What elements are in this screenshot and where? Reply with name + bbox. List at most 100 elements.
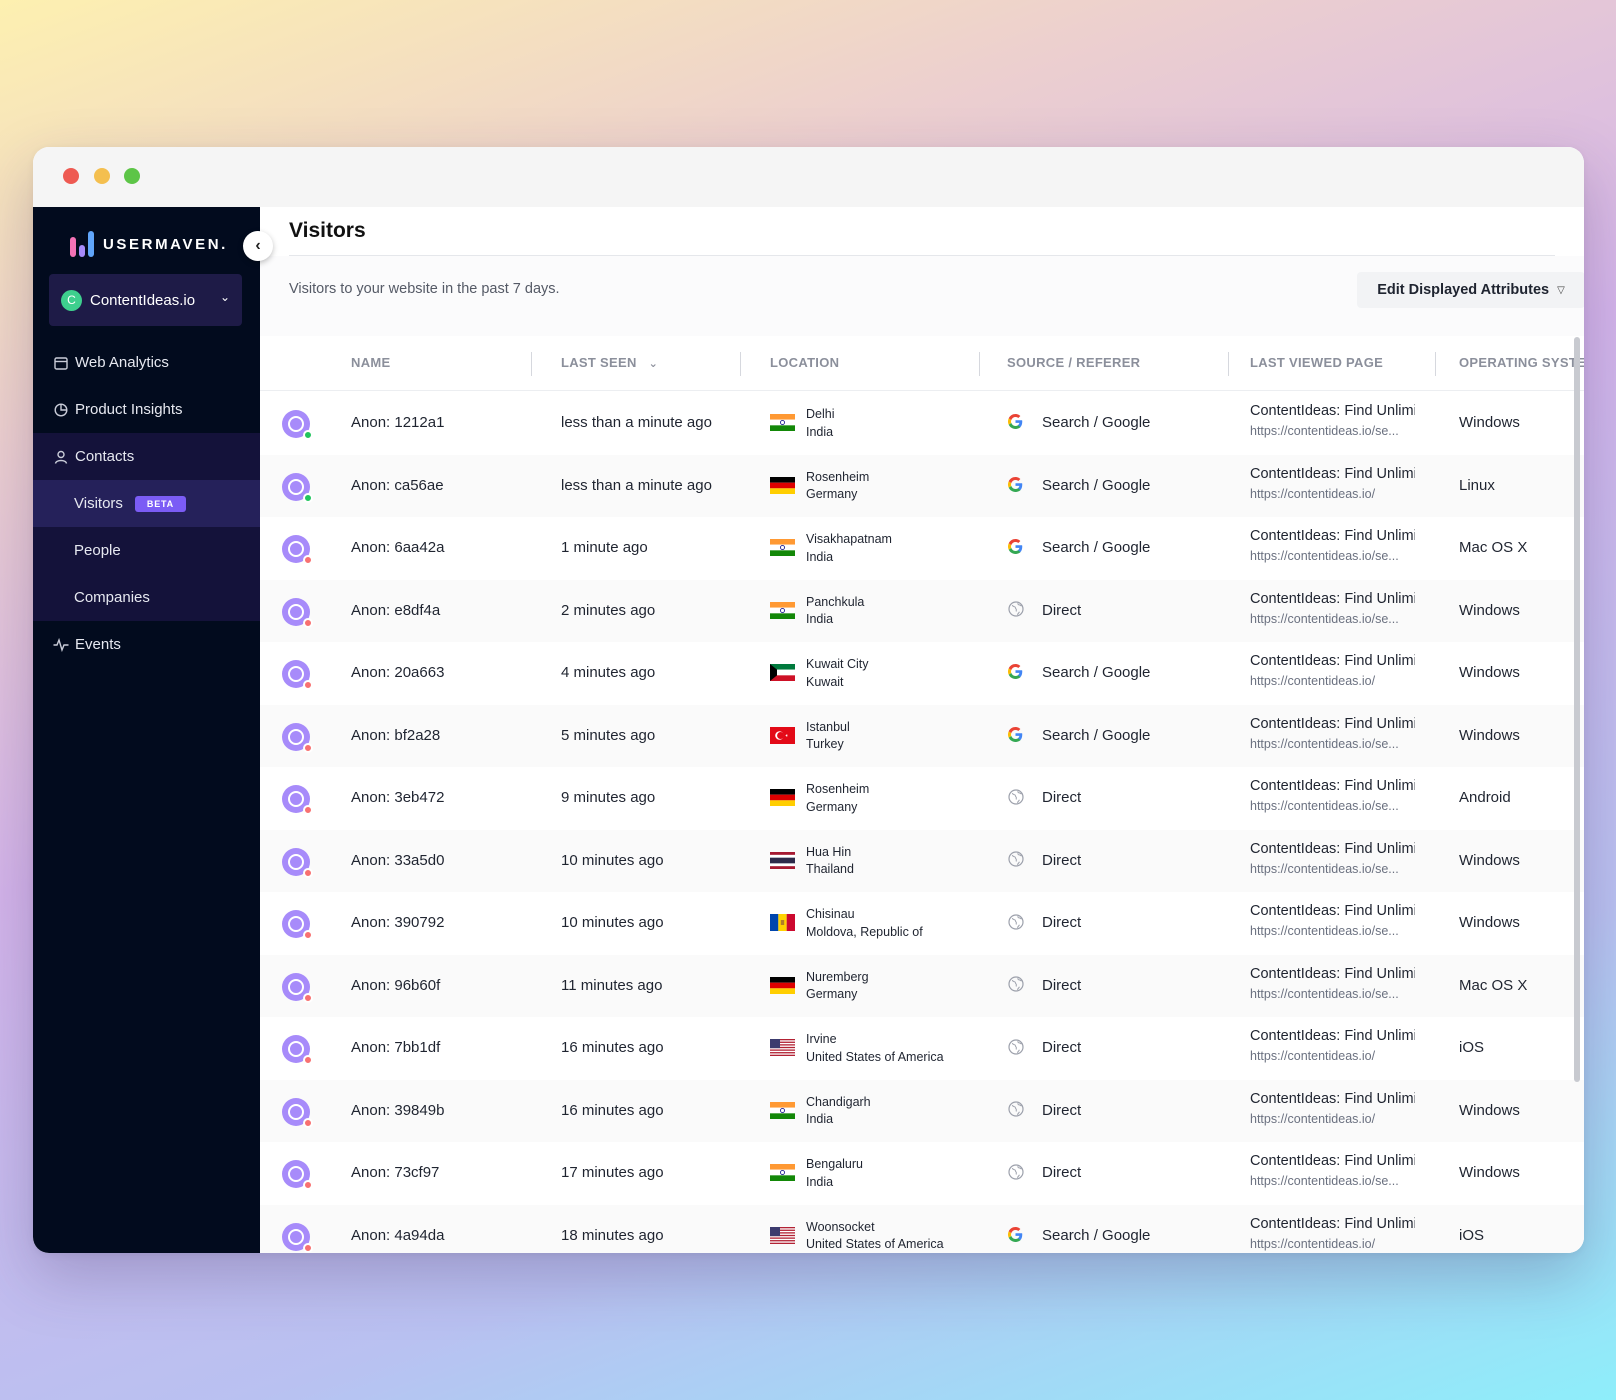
sidebar-item-visitors[interactable]: Visitors BETA	[33, 480, 260, 527]
table-row[interactable]: Anon: 7bb1df 16 minutes ago Irvine Unite…	[260, 1017, 1584, 1080]
sidebar-item-companies[interactable]: Companies	[33, 574, 260, 621]
sidebar-item-events[interactable]: Events	[33, 621, 260, 668]
globe-icon	[1007, 1163, 1024, 1180]
globe-icon	[1007, 1038, 1024, 1055]
table-row[interactable]: Anon: ca56ae less than a minute ago Rose…	[260, 454, 1584, 517]
last-seen: 10 minutes ago	[561, 914, 664, 931]
last-viewed-page[interactable]: ContentIdeas: Find Unlimited https://con…	[1250, 778, 1415, 813]
last-viewed-page[interactable]: ContentIdeas: Find Unlimited https://con…	[1250, 1216, 1415, 1251]
last-viewed-page[interactable]: ContentIdeas: Find Unlimited https://con…	[1250, 716, 1415, 751]
last-viewed-page[interactable]: ContentIdeas: Find Unlimited https://con…	[1250, 528, 1415, 563]
table-row[interactable]: Anon: e8df4a 2 minutes ago Panchkula Ind…	[260, 579, 1584, 642]
table-row[interactable]: Anon: 73cf97 17 minutes ago Bengaluru In…	[260, 1142, 1584, 1205]
visitor-name[interactable]: Anon: 39849b	[351, 1102, 444, 1119]
last-viewed-page[interactable]: ContentIdeas: Find Unlimited https://con…	[1250, 966, 1415, 1001]
status-online-dot	[303, 492, 313, 503]
visitor-avatar	[282, 847, 313, 878]
column-header-source[interactable]: SOURCE / REFERER	[1007, 355, 1140, 370]
visitor-name[interactable]: Anon: e8df4a	[351, 602, 440, 619]
flag-de-icon	[770, 976, 795, 994]
last-viewed-page[interactable]: ContentIdeas: Find Unlimited https://con…	[1250, 841, 1415, 876]
column-resizer[interactable]	[979, 352, 980, 376]
last-viewed-page[interactable]: ContentIdeas: Find Unlimited https://con…	[1250, 403, 1415, 438]
sidebar-item-label: Web Analytics	[75, 354, 169, 371]
column-header-last-seen[interactable]: LAST SEEN ⌄	[561, 355, 658, 370]
globe-icon	[1007, 851, 1024, 868]
table-row[interactable]: Anon: 3eb472 9 minutes ago Rosenheim Ger…	[260, 767, 1584, 830]
logo-text: USERMAVEN.	[103, 235, 228, 253]
collapse-sidebar-button[interactable]: ‹	[243, 231, 273, 261]
user-circle-icon	[288, 603, 304, 620]
globe-icon	[1007, 788, 1024, 805]
column-resizer[interactable]	[1228, 352, 1229, 376]
visitor-name[interactable]: Anon: 96b60f	[351, 977, 440, 994]
visitor-name[interactable]: Anon: 7bb1df	[351, 1039, 440, 1056]
status-offline-dot	[303, 867, 313, 878]
workspace-avatar: C	[61, 289, 82, 311]
sidebar-item-people[interactable]: People	[33, 527, 260, 574]
table-row[interactable]: Anon: 33a5d0 10 minutes ago Hua Hin Thai…	[260, 829, 1584, 892]
visitor-name[interactable]: Anon: 3eb472	[351, 789, 444, 806]
close-window-button[interactable]	[63, 168, 79, 184]
location-country: India	[806, 549, 834, 564]
workspace-switcher[interactable]: C ContentIdeas.io ⌄	[49, 274, 242, 326]
page-url: https://contentideas.io/	[1250, 1049, 1376, 1063]
column-header-last-viewed-page[interactable]: LAST VIEWED PAGE	[1250, 355, 1383, 370]
column-resizer[interactable]	[531, 352, 532, 376]
minimize-window-button[interactable]	[94, 168, 110, 184]
column-header-os[interactable]: OPERATING SYSTEM	[1459, 355, 1584, 370]
user-circle-icon	[288, 978, 304, 995]
visitor-name[interactable]: Anon: 390792	[351, 914, 444, 931]
visitor-name[interactable]: Anon: ca56ae	[351, 477, 444, 494]
user-icon	[52, 450, 70, 464]
column-header-location[interactable]: LOCATION	[770, 355, 839, 370]
visitor-name[interactable]: Anon: 73cf97	[351, 1164, 439, 1181]
last-seen: 4 minutes ago	[561, 664, 656, 681]
edit-button-label: Edit Displayed Attributes	[1377, 282, 1550, 298]
table-row[interactable]: Anon: 96b60f 11 minutes ago Nuremberg Ge…	[260, 954, 1584, 1017]
operating-system: iOS	[1459, 1226, 1485, 1244]
table-row[interactable]: Anon: 6aa42a 1 minute ago Visakhapatnam …	[260, 517, 1584, 580]
status-offline-dot	[303, 992, 313, 1003]
table-row[interactable]: Anon: 20a663 4 minutes ago Kuwait City K…	[260, 642, 1584, 705]
last-viewed-page[interactable]: ContentIdeas: Find Unlimited https://con…	[1250, 1091, 1415, 1126]
beta-badge: BETA	[134, 495, 186, 512]
last-viewed-page[interactable]: ContentIdeas: Find Unlimited https://con…	[1250, 591, 1415, 626]
page-title-text: ContentIdeas: Find Unlimited	[1250, 1153, 1415, 1169]
table-row[interactable]: Anon: bf2a28 5 minutes ago Istanbul Turk…	[260, 704, 1584, 767]
visitors-table-body: Anon: 1212a1 less than a minute ago Delh…	[260, 392, 1584, 1253]
location-country: Moldova, Republic of	[806, 924, 923, 939]
visitor-avatar	[282, 785, 313, 815]
sidebar-item-web-analytics[interactable]: Web Analytics	[33, 339, 260, 386]
workspace-name: ContentIdeas.io	[90, 291, 196, 309]
visitor-name[interactable]: Anon: bf2a28	[351, 727, 440, 744]
table-row[interactable]: Anon: 390792 10 minutes ago Chisinau Mol…	[260, 892, 1584, 955]
last-viewed-page[interactable]: ContentIdeas: Find Unlimited https://con…	[1250, 903, 1415, 938]
column-header-name[interactable]: NAME	[351, 355, 390, 370]
last-viewed-page[interactable]: ContentIdeas: Find Unlimited https://con…	[1250, 1028, 1415, 1063]
sidebar-item-product-insights[interactable]: Product Insights	[33, 386, 260, 433]
logo[interactable]: USERMAVEN.	[70, 231, 228, 257]
last-viewed-page[interactable]: ContentIdeas: Find Unlimited https://con…	[1250, 1153, 1415, 1188]
page-title-text: ContentIdeas: Find Unlimited	[1250, 965, 1415, 982]
table-row[interactable]: Anon: 39849b 16 minutes ago Chandigarh I…	[260, 1079, 1584, 1142]
visitor-name[interactable]: Anon: 4a94da	[351, 1227, 444, 1244]
column-resizer[interactable]	[740, 352, 741, 376]
edit-displayed-attributes-button[interactable]: Edit Displayed Attributes ▽	[1357, 272, 1584, 308]
column-resizer[interactable]	[1435, 352, 1436, 376]
last-viewed-page[interactable]: ContentIdeas: Find Unlimited https://con…	[1250, 466, 1415, 501]
maximize-window-button[interactable]	[124, 168, 140, 184]
table-row[interactable]: Anon: 4a94da 18 minutes ago Woonsocket U…	[260, 1204, 1584, 1253]
visitor-name[interactable]: Anon: 1212a1	[351, 414, 444, 431]
last-viewed-page[interactable]: ContentIdeas: Find Unlimited https://con…	[1250, 653, 1415, 688]
status-offline-dot	[303, 742, 313, 753]
google-icon	[1007, 663, 1024, 680]
sidebar-item-contacts[interactable]: Contacts	[33, 433, 260, 480]
page-title-text: ContentIdeas: Find Unlimited	[1250, 590, 1415, 607]
location: Delhi India	[806, 406, 835, 441]
table-scrollbar[interactable]	[1574, 337, 1580, 1082]
visitor-name[interactable]: Anon: 20a663	[351, 664, 444, 681]
table-row[interactable]: Anon: 1212a1 less than a minute ago Delh…	[260, 392, 1584, 455]
visitor-name[interactable]: Anon: 33a5d0	[351, 852, 444, 869]
visitor-name[interactable]: Anon: 6aa42a	[351, 539, 444, 556]
